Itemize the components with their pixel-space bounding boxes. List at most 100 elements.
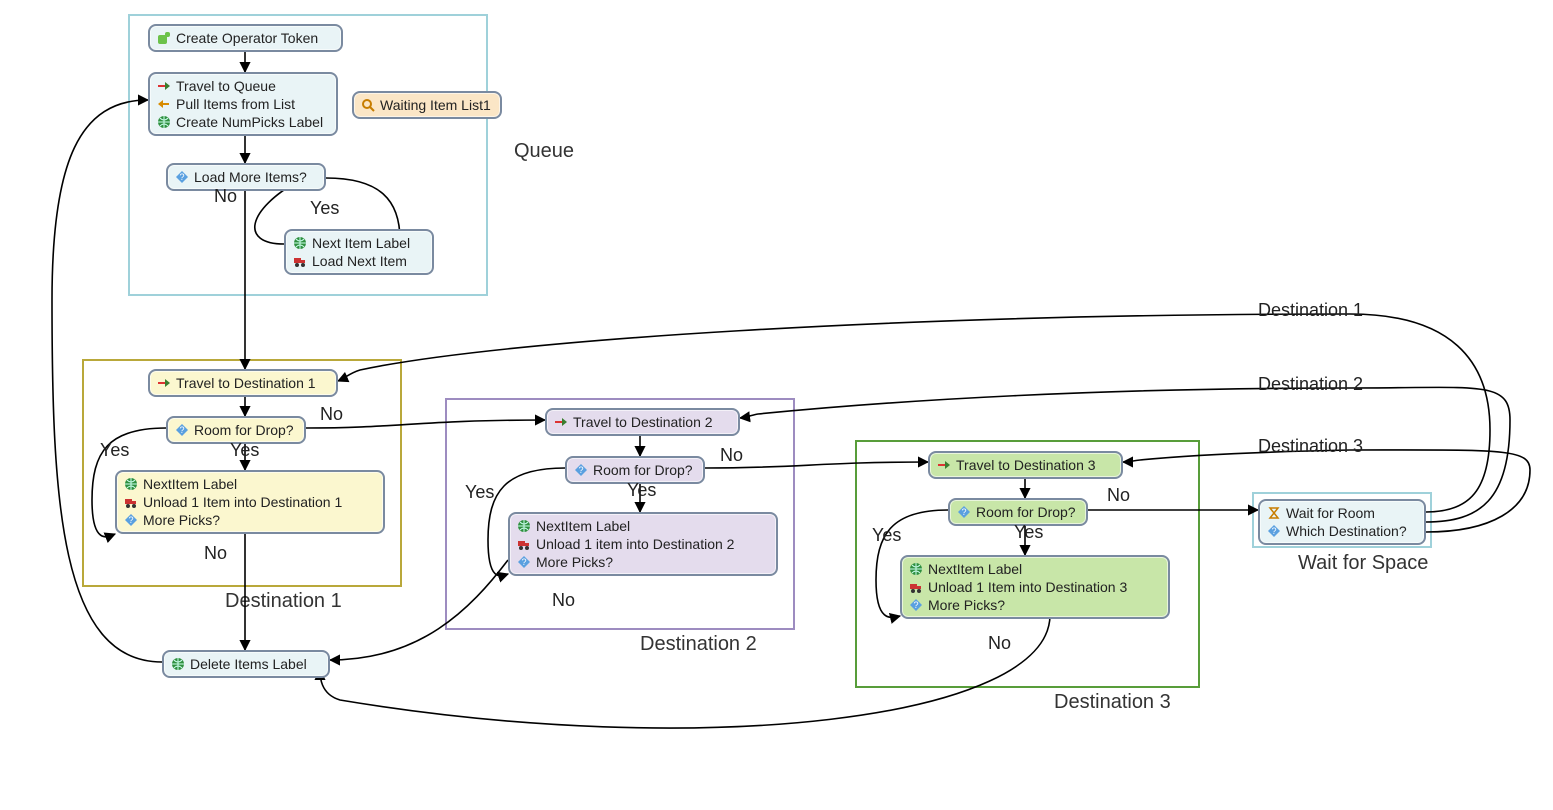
edge-label-d3-loop-yes: Yes [872,525,901,546]
node-row-text: NextItem Label [928,560,1022,578]
edge-label-lm-yes: Yes [310,198,339,219]
node-row-text: Create Operator Token [176,29,318,47]
node-row-text: NextItem Label [536,517,630,535]
edge-label-d1-room-no: No [320,404,343,425]
node-travel-d3[interactable]: Travel to Destination 3 [928,451,1123,479]
magnifier-icon [360,97,376,113]
node-row-text: Create NumPicks Label [176,113,323,131]
node-delete-label[interactable]: Delete Items Label [162,650,330,678]
svg-text:?: ? [961,507,966,517]
globe-icon [170,656,186,672]
node-row: Load Next Item [292,252,426,270]
decision-icon: ? [123,512,139,528]
globe-icon [292,235,308,251]
decision-icon: ? [174,169,190,185]
node-row: Delete Items Label [170,655,307,673]
globe-icon [156,114,172,130]
node-row: Wait for Room [1266,504,1418,522]
svg-text:?: ? [128,515,133,525]
node-row-text: NextItem Label [143,475,237,493]
node-row: Pull Items from List [156,95,330,113]
edge-label-d3-more-no: No [988,633,1011,654]
truck-icon [292,253,308,269]
node-row: ? More Picks? [516,553,770,571]
truck-icon [516,536,532,552]
node-row: Travel to Queue [156,77,330,95]
decision-icon: ? [174,422,190,438]
node-travel-d2[interactable]: Travel to Destination 2 [545,408,740,436]
travel-icon [156,375,172,391]
globe-icon [123,476,139,492]
node-row: ?Load More Items? [174,168,307,186]
node-row: ?Room for Drop? [174,421,294,439]
node-row: Travel to Destination 1 [156,374,316,392]
globe-icon [516,518,532,534]
node-row-text: More Picks? [928,596,1005,614]
node-block-d1[interactable]: NextItem LabelUnload 1 Item into Destina… [115,470,385,534]
edge-label-d1-more-no: No [204,543,227,564]
travel-icon [553,414,569,430]
node-row: ?Room for Drop? [573,461,693,479]
decision-icon: ? [956,504,972,520]
truck-icon [908,579,924,595]
node-row-text: Which Destination? [1286,522,1407,540]
edge-label-d3-room-no: No [1107,485,1130,506]
pull-icon [156,96,172,112]
puzzle-icon [156,30,172,46]
node-create-op[interactable]: Create Operator Token [148,24,343,52]
node-row: Next Item Label [292,234,426,252]
svg-text:?: ? [179,172,184,182]
svg-text:?: ? [1271,526,1276,536]
node-row-text: More Picks? [536,553,613,571]
decision-icon: ? [516,554,532,570]
decision-icon: ? [1266,523,1282,539]
node-travel-d1[interactable]: Travel to Destination 1 [148,369,338,397]
node-row-text: Load Next Item [312,252,407,270]
edge-label-ret-d3: Destination 3 [1258,436,1363,457]
node-row: NextItem Label [908,560,1162,578]
node-row: ? Room for Drop? [956,503,1076,521]
node-row-text: More Picks? [143,511,220,529]
node-next-load[interactable]: Next Item LabelLoad Next Item [284,229,434,275]
node-travel-queue[interactable]: Travel to QueuePull Items from ListCreat… [148,72,338,136]
node-row-text: Room for Drop? [593,461,693,479]
node-row-text: Travel to Destination 3 [956,456,1096,474]
decision-icon: ? [573,462,589,478]
edge-label-lm-no: No [214,186,237,207]
node-row-text: Unload 1 Item into Destination 1 [143,493,342,511]
node-row: Unload 1 item into Destination 2 [516,535,770,553]
container-queue-label: Queue [514,140,574,163]
decision-icon: ? [908,597,924,613]
container-dest2-label: Destination 2 [640,633,757,656]
edge-label-d2-room-yes: Yes [627,480,656,501]
hourglass-icon [1266,505,1282,521]
edge-label-d1-room-yes: Yes [230,440,259,461]
node-load-more[interactable]: ?Load More Items? [166,163,326,191]
node-row: Travel to Destination 3 [936,456,1096,474]
node-row-text: Waiting Item List1 [380,96,491,114]
node-row-text: Travel to Destination 1 [176,374,316,392]
edge-label-ret-d2: Destination 2 [1258,374,1363,395]
node-row-text: Room for Drop? [976,503,1076,521]
node-row: Create NumPicks Label [156,113,330,131]
node-block-d3[interactable]: NextItem LabelUnload 1 Item into Destina… [900,555,1170,619]
svg-text:?: ? [521,557,526,567]
node-waiting-list[interactable]: Waiting Item List1 [352,91,502,119]
node-row: Unload 1 Item into Destination 1 [123,493,377,511]
travel-icon [936,457,952,473]
edge-label-d2-room-no: No [720,445,743,466]
node-row: Unload 1 Item into Destination 3 [908,578,1162,596]
globe-icon [908,561,924,577]
container-wait-label: Wait for Space [1298,552,1428,575]
node-row-text: Delete Items Label [190,655,307,673]
node-row-text: Travel to Queue [176,77,276,95]
container-dest1-label: Destination 1 [225,590,342,613]
node-block-d2[interactable]: NextItem LabelUnload 1 item into Destina… [508,512,778,576]
node-row: NextItem Label [516,517,770,535]
node-row-text: Unload 1 item into Destination 2 [536,535,734,553]
node-wait-block[interactable]: Wait for Room? Which Destination? [1258,499,1426,545]
node-row: ? More Picks? [123,511,377,529]
node-row: ? Which Destination? [1266,522,1418,540]
edge-label-d2-more-no: No [552,590,575,611]
travel-icon [156,78,172,94]
